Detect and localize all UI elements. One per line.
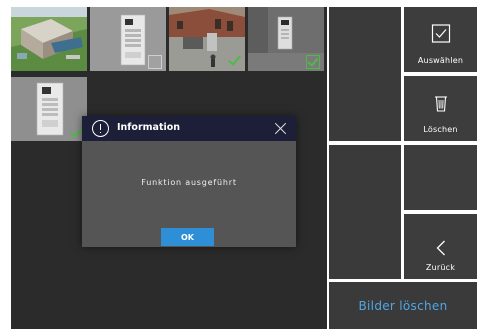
- selection-check[interactable]: [227, 53, 241, 67]
- dialog-message: Funktion ausgeführt: [141, 178, 237, 187]
- dialog-title: Information: [117, 122, 181, 133]
- ok-button[interactable]: OK: [161, 228, 214, 246]
- selection-checkbox[interactable]: [148, 55, 162, 69]
- thumbnail-2[interactable]: [90, 7, 166, 71]
- select-button[interactable]: Auswählen: [404, 7, 477, 72]
- delete-images-button[interactable]: Bilder löschen: [329, 282, 477, 329]
- empty-panel-top: [329, 7, 401, 141]
- trash-icon: [434, 96, 447, 112]
- dialog-header: Information: [82, 116, 296, 141]
- back-button-label: Zurück: [425, 263, 456, 272]
- info-circle-icon: [92, 120, 109, 137]
- back-button[interactable]: Zurück: [404, 214, 477, 279]
- delete-button-label: Löschen: [423, 125, 458, 134]
- close-icon[interactable]: [274, 122, 287, 135]
- chevron-left-icon: [436, 240, 445, 256]
- checkbox-icon: [431, 24, 450, 43]
- thumbnail-5[interactable]: [11, 77, 87, 141]
- delete-button[interactable]: Löschen: [404, 76, 477, 141]
- select-button-label: Auswählen: [417, 56, 464, 65]
- thumbnail-3[interactable]: [169, 7, 245, 71]
- thumbnail-4[interactable]: [248, 7, 324, 71]
- delete-images-label: Bilder löschen: [358, 298, 448, 313]
- empty-button-slot: [404, 145, 477, 210]
- thumbnail-1[interactable]: [11, 7, 87, 71]
- selection-checkbox[interactable]: [306, 55, 320, 69]
- information-dialog: Information Funktion ausgeführt OK: [82, 116, 296, 247]
- selection-check[interactable]: [69, 125, 83, 139]
- empty-panel-bottom: [329, 145, 401, 279]
